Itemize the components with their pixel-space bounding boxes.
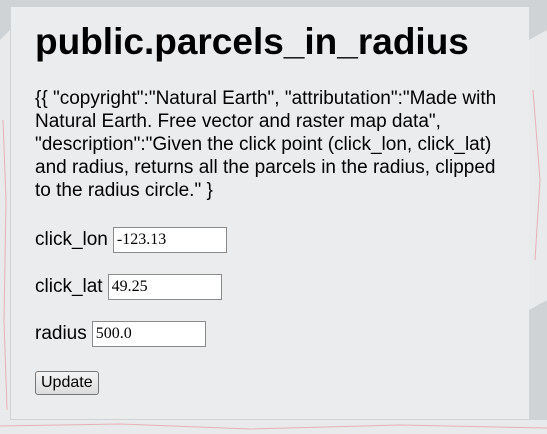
click-lon-row: click_lon (35, 227, 505, 253)
radius-input[interactable] (91, 321, 206, 347)
click-lon-input[interactable] (112, 227, 227, 253)
click-lat-label: click_lat (35, 276, 103, 297)
click-lat-row: click_lat (35, 274, 505, 300)
radius-label: radius (35, 323, 87, 344)
function-description: {{ "copyright":"Natural Earth", "attribu… (35, 88, 497, 201)
page-title: public.parcels_in_radius (35, 21, 469, 62)
update-button[interactable]: Update (35, 371, 99, 395)
info-panel: public.parcels_in_radius {{ "copyright":… (11, 7, 529, 419)
click-lon-label: click_lon (35, 229, 108, 250)
click-lat-input[interactable] (107, 274, 222, 300)
radius-row: radius (35, 321, 505, 347)
